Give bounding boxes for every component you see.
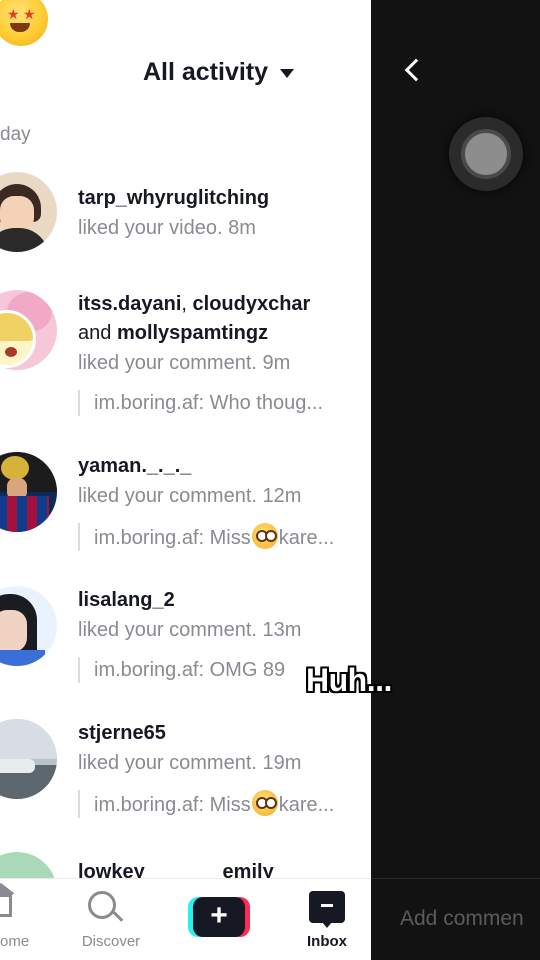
- nav-home-label: ome: [0, 933, 30, 950]
- username[interactable]: yaman._._._: [78, 455, 191, 477]
- nav-discover[interactable]: Discover: [73, 879, 149, 960]
- search-icon-handle: [112, 911, 124, 922]
- username[interactable]: stjerne65: [78, 722, 166, 744]
- nav-discover-label: Discover: [81, 933, 141, 950]
- plus-icon: +: [193, 897, 245, 937]
- flushed-emoji-icon: [251, 790, 278, 816]
- activity-filter-dropdown[interactable]: All activity: [0, 50, 371, 94]
- username[interactable]: itss.dayani: [78, 293, 181, 315]
- username[interactable]: mollyspamtingz: [117, 322, 268, 344]
- avatar[interactable]: [0, 172, 57, 252]
- activity-text: liked your comment. 19m: [78, 752, 302, 774]
- timestamp: 19m: [262, 752, 302, 774]
- username[interactable]: tarp_whyruglitching: [78, 187, 269, 209]
- activity-text: liked your comment. 13m: [78, 619, 302, 641]
- video-caption: Huh...: [306, 662, 392, 698]
- activity-panel: ★ ★ All activity day tarp_whyruglitching …: [0, 0, 371, 960]
- caret-down-icon: [280, 68, 295, 78]
- activity-text: liked your comment. 9m: [78, 352, 291, 374]
- star-struck-emoji-icon: ★ ★: [0, 0, 48, 46]
- search-icon: [88, 891, 116, 919]
- page-title: All activity: [142, 57, 269, 86]
- record-button[interactable]: [449, 117, 523, 191]
- avatar[interactable]: [0, 586, 57, 666]
- create-button[interactable]: +: [188, 897, 250, 937]
- comment-quote[interactable]: im.boring.af: Who thoug...: [78, 390, 371, 416]
- activity-text: liked your video. 8m: [78, 217, 256, 239]
- username[interactable]: lisalang_2: [78, 589, 175, 611]
- comment-input[interactable]: Add commen: [400, 907, 524, 931]
- nav-inbox[interactable]: Inbox: [296, 879, 358, 960]
- avatar[interactable]: [0, 719, 57, 799]
- flushed-emoji-icon: [251, 523, 278, 549]
- username[interactable]: cloudyxchar: [193, 293, 311, 315]
- comment-bar[interactable]: Add commen: [371, 878, 540, 960]
- timestamp: 12m: [262, 485, 302, 507]
- timestamp: 9m: [262, 352, 291, 374]
- timestamp: 13m: [262, 619, 302, 641]
- timestamp: 8m: [228, 217, 256, 239]
- section-label: day: [0, 124, 31, 145]
- avatar[interactable]: [0, 452, 57, 532]
- activity-text: liked your comment. 12m: [78, 485, 302, 507]
- home-icon-body: [0, 895, 12, 917]
- nav-home[interactable]: ome: [0, 879, 36, 960]
- comment-quote[interactable]: im.boring.af: Miss kare...: [78, 523, 371, 551]
- comment-quote[interactable]: im.boring.af: Miss kare...: [78, 790, 371, 818]
- bottom-navigation: ome Discover + Inbox: [0, 878, 371, 960]
- nav-inbox-label: Inbox: [307, 933, 347, 950]
